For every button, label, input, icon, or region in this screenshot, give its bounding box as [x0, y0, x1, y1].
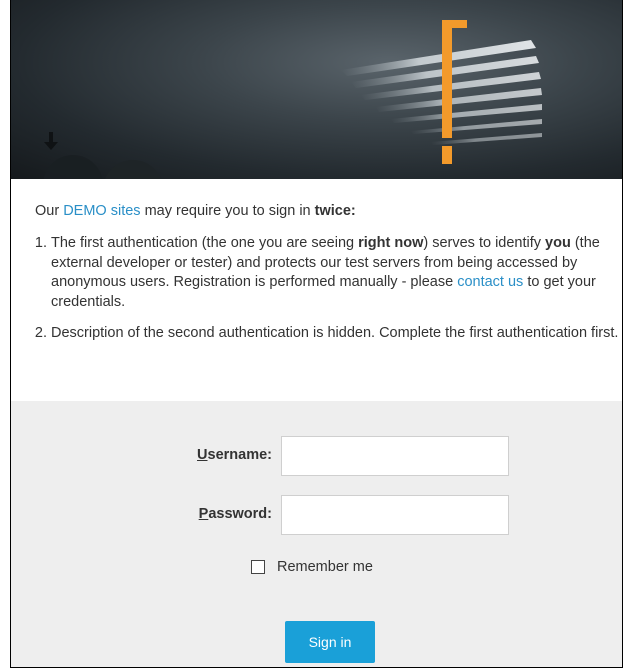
password-label: Password:	[199, 506, 272, 522]
remember-me-label[interactable]: Remember me	[277, 559, 373, 575]
slab-stack	[341, 40, 542, 145]
step1-bold-you: you	[545, 235, 571, 251]
intro-prefix: Our	[35, 203, 64, 219]
remember-me-row[interactable]: Remember me	[251, 559, 373, 575]
login-page: Our DEMO sites may require you to sign i…	[10, 0, 623, 668]
step1-text-2: ) serves to identify	[423, 235, 546, 251]
username-label-text: sername:	[207, 447, 272, 463]
login-panel: Username: Password: Remember me Sign in	[11, 401, 622, 667]
remember-me-checkbox[interactable]	[251, 560, 265, 574]
banner-graphic	[43, 20, 542, 179]
username-accesskey: U	[197, 447, 208, 463]
password-accesskey: P	[198, 506, 209, 522]
demo-sites-link[interactable]: DEMO sites	[63, 203, 140, 219]
contact-us-link[interactable]: contact us	[457, 274, 523, 290]
username-input[interactable]	[281, 436, 509, 476]
header-banner	[11, 0, 622, 179]
intro-middle: may require you to sign in	[140, 203, 315, 219]
step1-text: The first authentication (the one you ar…	[51, 235, 359, 251]
banner-circles	[43, 155, 161, 179]
username-label: Username:	[197, 447, 272, 463]
step2-text: Description of the second authentication…	[51, 325, 619, 341]
intro-lead: Our DEMO sites may require you to sign i…	[35, 203, 356, 219]
sign-in-button[interactable]: Sign in	[285, 621, 375, 663]
list-item: The first authentication (the one you ar…	[51, 234, 622, 312]
password-label-text: assword:	[208, 506, 272, 522]
intro-section: Our DEMO sites may require you to sign i…	[11, 179, 622, 401]
down-arrow-icon	[44, 132, 58, 150]
auth-steps-list: The first authentication (the one you ar…	[35, 234, 622, 356]
step1-bold-right-now: right now	[358, 235, 424, 251]
intro-emphasis: twice:	[314, 203, 356, 219]
password-input[interactable]	[281, 495, 509, 535]
list-item: Description of the second authentication…	[51, 324, 622, 344]
